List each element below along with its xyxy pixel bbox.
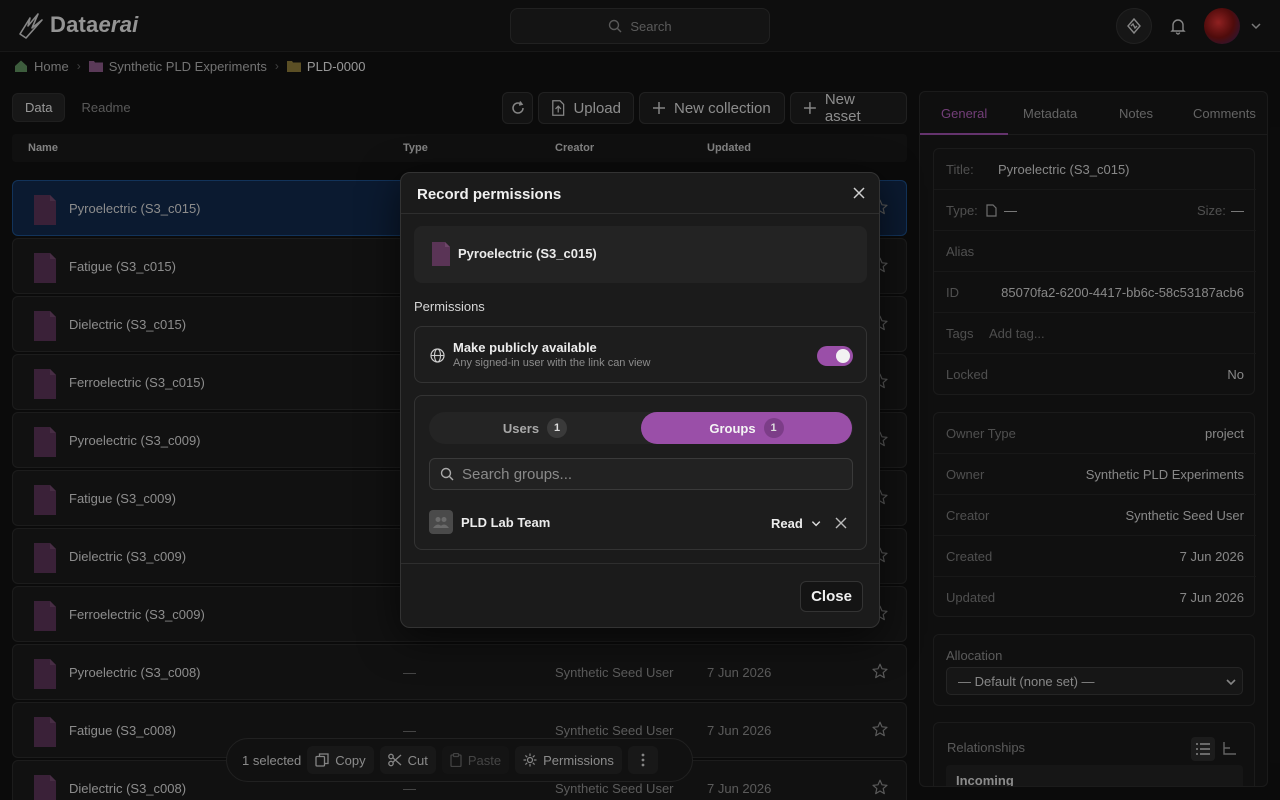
group-permission-row: PLD Lab Team Read (429, 510, 853, 536)
close-button[interactable]: Close (800, 581, 863, 612)
globe-icon (430, 348, 445, 363)
public-access-option: Make publicly available Any signed-in us… (414, 326, 867, 383)
close-icon[interactable] (853, 187, 865, 199)
file-icon (432, 242, 450, 266)
users-count-badge: 1 (547, 418, 568, 438)
public-toggle[interactable] (817, 346, 853, 366)
divider (401, 563, 879, 564)
record-name: Pyroelectric (S3_c015) (458, 246, 597, 261)
group-avatar (429, 510, 453, 534)
public-title: Make publicly available (453, 340, 597, 355)
role-select[interactable]: Read (771, 510, 821, 536)
share-type-switch: Users 1 Groups 1 (429, 412, 853, 444)
dialog-title: Record permissions (417, 186, 562, 203)
tab-users[interactable]: Users 1 (429, 412, 641, 444)
divider (401, 213, 879, 214)
users-icon (433, 517, 449, 528)
search-icon (440, 467, 454, 481)
remove-icon[interactable] (835, 517, 847, 529)
public-subtitle: Any signed-in user with the link can vie… (453, 357, 651, 369)
tab-groups[interactable]: Groups 1 (641, 412, 852, 444)
selected-record: Pyroelectric (S3_c015) (414, 226, 867, 283)
groups-count-badge: 1 (763, 418, 784, 438)
permissions-heading: Permissions (414, 299, 485, 314)
group-search-input[interactable]: Search groups... (429, 458, 853, 490)
group-name: PLD Lab Team (461, 515, 551, 530)
toggle-knob (836, 349, 850, 363)
record-permissions-dialog: Record permissions Pyroelectric (S3_c015… (400, 172, 880, 628)
sharing-panel: Users 1 Groups 1 Search groups... PLD La… (414, 395, 867, 550)
chevron-down-icon (811, 520, 821, 526)
